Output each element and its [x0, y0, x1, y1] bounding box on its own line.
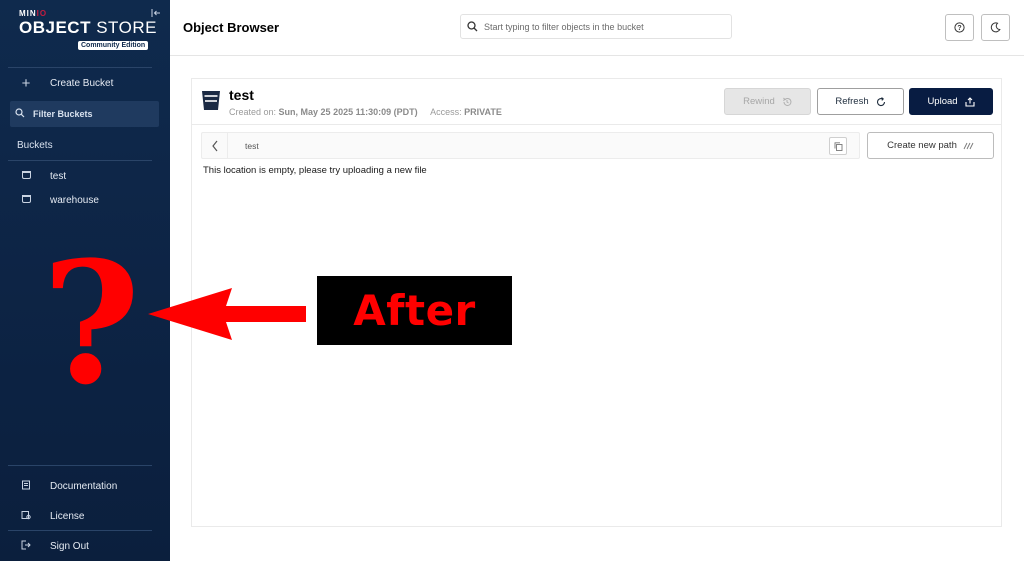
logo-minio: MINIO [19, 9, 48, 18]
after-label-box: After [317, 276, 512, 345]
sidebar-item-license[interactable]: License [10, 503, 159, 529]
bucket-header: test Created on: Sun, May 25 2025 11:30:… [192, 79, 1001, 125]
sidebar-item-bucket-warehouse[interactable]: warehouse [10, 187, 159, 213]
documentation-label: Documentation [50, 480, 118, 492]
path-breadcrumb-bar: test [201, 132, 860, 159]
chevron-left-icon [211, 140, 217, 151]
logo-object-store: OBJECT STORE [19, 18, 157, 37]
license-icon [16, 510, 36, 523]
sidebar-item-documentation[interactable]: Documentation [10, 473, 159, 499]
create-new-path-label: Create new path [887, 140, 957, 151]
document-icon [16, 480, 36, 493]
rewind-button[interactable]: Rewind [724, 88, 811, 115]
search-icon [467, 21, 478, 32]
question-mark-annotation: ? [42, 224, 141, 422]
buckets-heading: Buckets [17, 140, 53, 151]
copy-path-button[interactable] [829, 137, 847, 155]
search-icon [13, 107, 27, 121]
sign-out-label: Sign Out [50, 540, 89, 552]
filter-buckets-label: Filter Buckets [33, 109, 93, 119]
object-search-input[interactable] [484, 21, 724, 32]
back-button[interactable] [202, 133, 228, 158]
upload-icon [964, 96, 975, 107]
divider [8, 465, 152, 466]
bucket-label: test [50, 170, 67, 182]
question-circle-icon: ? [954, 22, 965, 33]
refresh-label: Refresh [835, 96, 869, 107]
sign-out-button[interactable]: Sign Out [10, 533, 159, 559]
bucket-name: test [229, 87, 254, 103]
new-path-icon [963, 142, 974, 149]
object-browser-panel: test Created on: Sun, May 25 2025 11:30:… [191, 78, 1002, 527]
access-value: PRIVATE [464, 107, 502, 117]
collapse-icon[interactable] [151, 8, 161, 18]
sign-out-icon [16, 540, 36, 553]
plus-icon: + [21, 74, 31, 92]
create-bucket-button[interactable]: + Create Bucket [10, 70, 159, 96]
upload-button[interactable]: Upload [909, 88, 993, 115]
divider [8, 67, 152, 68]
upload-label: Upload [927, 96, 958, 107]
sidebar-item-bucket-test[interactable]: test [10, 163, 159, 189]
history-icon [782, 97, 792, 106]
logo-edition-badge: Community Edition [78, 41, 149, 50]
license-label: License [50, 510, 85, 522]
refresh-icon [876, 96, 885, 106]
logo: MINIO OBJECT STORE Community Edition [19, 9, 157, 50]
help-button[interactable]: ? [945, 14, 974, 41]
created-value: Sun, May 25 2025 11:30:09 (PDT) [278, 107, 418, 117]
moon-icon [990, 22, 1001, 33]
bucket-icon [16, 170, 36, 182]
refresh-button[interactable]: Refresh [817, 88, 904, 115]
object-search-field[interactable] [460, 14, 732, 39]
divider [8, 530, 152, 531]
created-label: Created on: [229, 107, 277, 117]
top-header: Object Browser ? [170, 0, 1024, 56]
filter-buckets-input[interactable]: Filter Buckets [10, 101, 159, 127]
create-bucket-label: Create Bucket [50, 77, 114, 89]
access-label: Access: [430, 107, 462, 117]
divider [8, 160, 152, 161]
rewind-label: Rewind [743, 96, 775, 107]
copy-icon [834, 141, 842, 151]
bucket-icon [202, 91, 220, 110]
svg-text:?: ? [957, 25, 961, 32]
sidebar: MINIO OBJECT STORE Community Edition + C… [0, 0, 170, 561]
after-label: After [353, 286, 476, 335]
page-title: Object Browser [183, 20, 280, 35]
breadcrumb[interactable]: test [245, 141, 259, 151]
red-arrow-annotation [148, 288, 306, 340]
create-new-path-button[interactable]: Create new path [867, 132, 994, 159]
empty-state-message: This location is empty, please try uploa… [203, 165, 427, 176]
bucket-label: warehouse [50, 194, 99, 206]
bucket-icon [16, 194, 36, 206]
theme-toggle-button[interactable] [981, 14, 1010, 41]
bucket-meta: Created on: Sun, May 25 2025 11:30:09 (P… [229, 107, 502, 117]
